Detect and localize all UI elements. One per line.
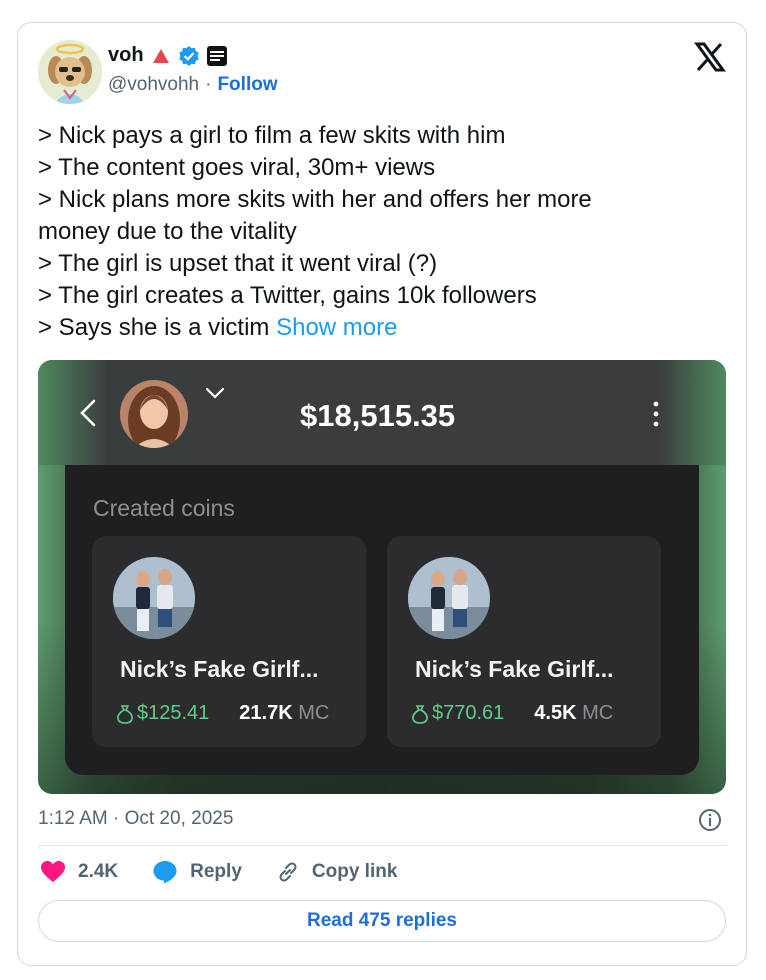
like-button[interactable]: 2.4K	[40, 860, 118, 884]
author-handle[interactable]: @vohvohh	[108, 74, 199, 96]
halo-dog-avatar	[38, 40, 102, 104]
tweet-line: > Nick pays a girl to film a few skits w…	[38, 122, 506, 149]
money-bag-icon	[117, 704, 133, 724]
copy-link-label: Copy link	[311, 861, 398, 882]
ava-labs-badge-icon	[206, 45, 227, 66]
wallet-header: $18,515.35	[38, 360, 726, 465]
coin-stats: $770.61 4.5K MC	[411, 702, 613, 725]
back-chevron-icon	[80, 399, 96, 427]
profile-photo-image	[120, 380, 188, 448]
coin-market-cap: 4.5K MC	[534, 702, 613, 725]
coin-name: Nick’s Fake Girlf...	[415, 656, 614, 682]
coin-card: Nick’s Fake Girlf... $125.41 21.7K MC	[92, 536, 366, 747]
coin-stats: $125.41 21.7K MC	[116, 702, 329, 725]
coin-price: $125.41	[137, 702, 210, 724]
coin-photo	[113, 557, 195, 639]
like-count: 2.4K	[78, 861, 119, 882]
coin-image	[408, 557, 490, 639]
tweet-line: money due to the vitality	[38, 218, 297, 245]
tweet-line: > The girl creates a Twitter, gains 10k …	[38, 282, 537, 309]
red-triangle-icon	[152, 48, 169, 63]
x-logo-icon[interactable]	[694, 42, 726, 72]
reply-bubble-icon	[153, 861, 177, 884]
coin-mc-value: 21.7K	[239, 702, 293, 724]
coin-market-cap: 21.7K MC	[239, 702, 329, 725]
action-bar: 2.4K Reply Copy link	[40, 860, 431, 884]
handle-row: @vohvohh · Follow	[108, 74, 278, 96]
coin-photo	[408, 557, 490, 639]
kebab-menu-icon	[653, 401, 659, 427]
tweet-timestamp[interactable]: 1:12 AM · Oct 20, 2025	[38, 808, 233, 830]
created-coins-title: Created coins	[93, 495, 235, 521]
money-bag-icon	[412, 704, 428, 724]
tweet-line: > The content goes viral, 30m+ views	[38, 154, 436, 181]
info-icon[interactable]	[698, 808, 722, 832]
show-more-link[interactable]: Show more	[276, 314, 397, 341]
coin-price: $770.61	[432, 702, 505, 724]
author-name[interactable]: voh	[108, 44, 144, 67]
heart-icon	[41, 861, 65, 882]
coin-price-wrap: $125.41	[116, 702, 209, 725]
author-avatar[interactable]	[38, 40, 102, 104]
reply-label: Reply	[190, 861, 242, 882]
copy-link-button[interactable]: Copy link	[276, 860, 398, 884]
coin-image	[113, 557, 195, 639]
tweet-line: > Says she is a victim	[38, 314, 270, 341]
verified-badge-icon	[178, 45, 199, 66]
coin-mc-unit: MC	[298, 702, 330, 724]
read-replies-button[interactable]: Read 475 replies	[38, 900, 726, 942]
tweet-line: > Nick plans more skits with her and off…	[38, 186, 592, 213]
coin-mc-unit: MC	[582, 702, 614, 724]
link-icon	[279, 862, 297, 882]
created-coins-panel: Created coins Nick’s Fake Girlf... $125.…	[65, 465, 699, 775]
tweet-media-screenshot[interactable]: $18,515.35 Created coins Nick’s Fake Gir	[38, 360, 726, 794]
coin-mc-value: 4.5K	[534, 702, 577, 724]
coin-price-wrap: $770.61	[411, 702, 504, 725]
reply-button[interactable]: Reply	[152, 860, 242, 884]
coin-name: Nick’s Fake Girlf...	[120, 656, 319, 682]
tweet-line: > The girl is upset that it went viral (…	[38, 250, 438, 277]
wallet-balance: $18,515.35	[300, 398, 456, 433]
follow-button[interactable]: Follow	[217, 74, 277, 96]
profile-photo	[120, 380, 188, 448]
coin-card: Nick’s Fake Girlf... $770.61 4.5K MC	[387, 536, 661, 747]
separator-dot: ·	[205, 74, 212, 95]
tweet-text: > Nick pays a girl to film a few skits w…	[38, 120, 728, 344]
chevron-down-icon	[205, 387, 225, 399]
tweet-line-last: > Says she is a victim Show more	[38, 312, 728, 344]
author-name-row: voh	[108, 44, 227, 67]
divider	[38, 845, 726, 846]
